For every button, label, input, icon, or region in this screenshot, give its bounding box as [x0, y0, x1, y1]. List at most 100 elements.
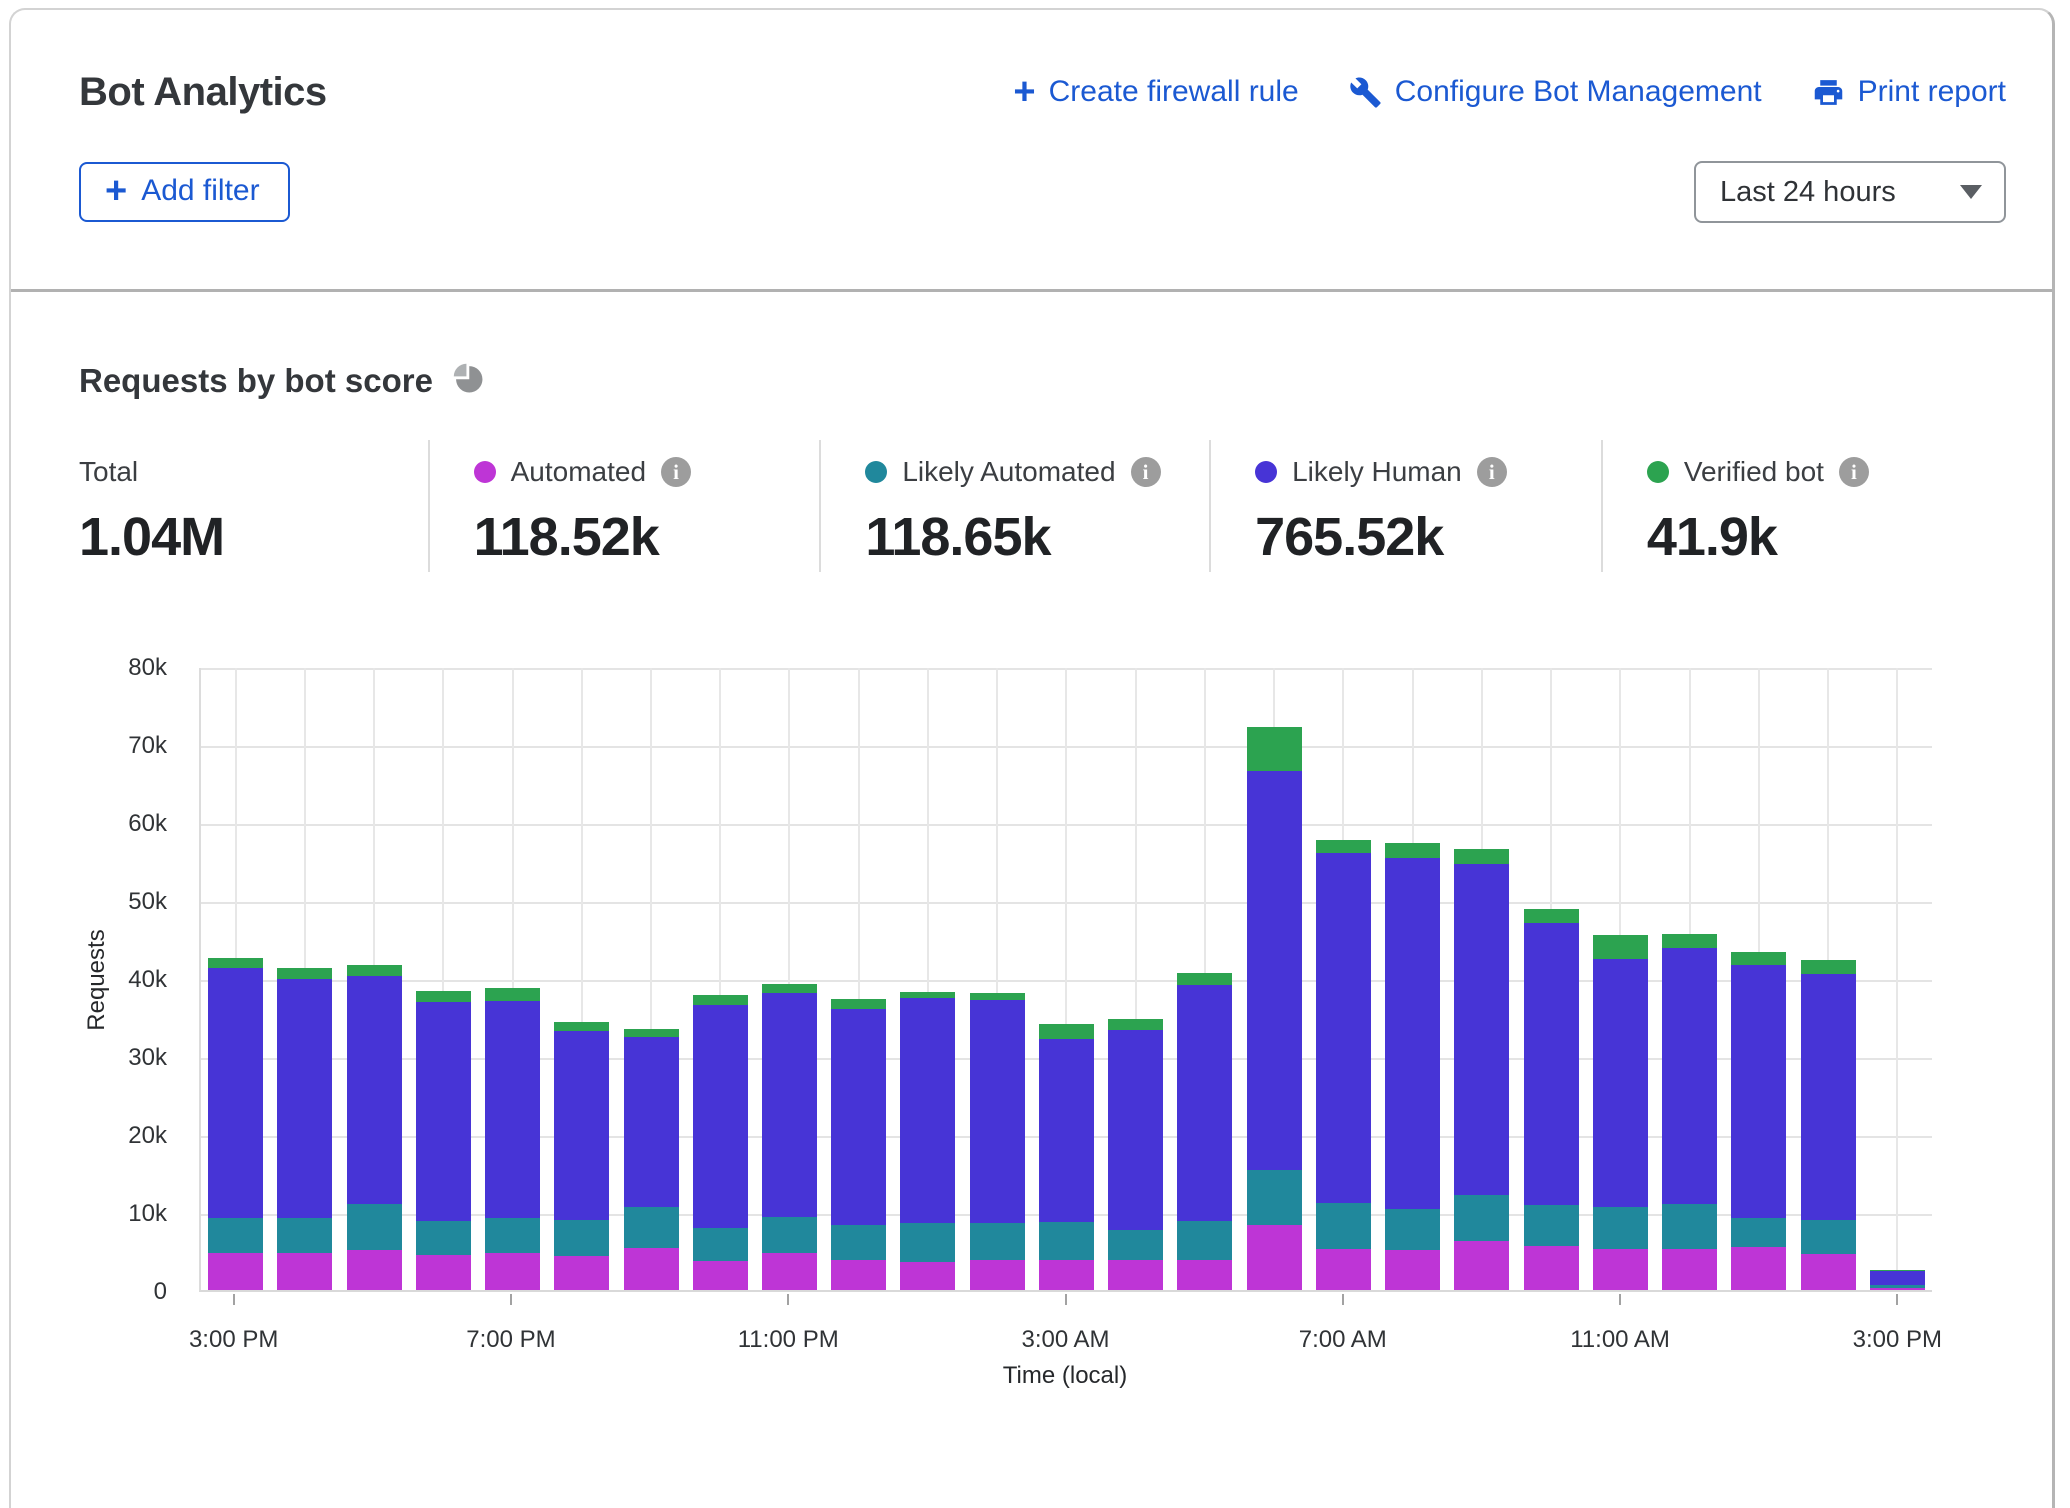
bar-segment-verified-bot — [277, 968, 332, 979]
bar-segment-likely-automated — [1662, 1204, 1717, 1249]
header-actions: + Create firewall rule Configure Bot Man… — [1013, 75, 2006, 109]
bar-segment-likely-automated — [831, 1225, 886, 1259]
time-range-select[interactable]: Last 24 hours — [1694, 161, 2006, 223]
bar-group[interactable] — [1793, 668, 1862, 1290]
bar-segment-automated — [1593, 1249, 1648, 1290]
bar-group[interactable] — [201, 668, 270, 1290]
bar-group[interactable] — [270, 668, 339, 1290]
bar-segment-verified-bot — [208, 958, 263, 968]
stacked-bar[interactable] — [1247, 727, 1302, 1290]
bar-group[interactable] — [616, 668, 685, 1290]
stacked-bar[interactable] — [1039, 1024, 1094, 1290]
bar-segment-likely-human — [970, 1000, 1025, 1223]
stacked-bar[interactable] — [277, 968, 332, 1290]
stacked-bar[interactable] — [485, 988, 540, 1290]
stacked-bar[interactable] — [1454, 849, 1509, 1290]
bar-group[interactable] — [478, 668, 547, 1290]
bar-group[interactable] — [755, 668, 824, 1290]
bar-segment-likely-human — [277, 979, 332, 1218]
bar-group[interactable] — [1240, 668, 1309, 1290]
stacked-bar[interactable] — [900, 992, 955, 1290]
bar-group[interactable] — [1447, 668, 1516, 1290]
y-axis-tick-label: 50k — [79, 887, 167, 917]
stacked-bar[interactable] — [1177, 973, 1232, 1290]
stacked-bar[interactable] — [1108, 1019, 1163, 1290]
bar-segment-likely-automated — [347, 1204, 402, 1250]
stacked-bar[interactable] — [1593, 935, 1648, 1290]
bar-segment-likely-human — [1524, 923, 1579, 1205]
configure-bot-management-link[interactable]: Configure Bot Management — [1349, 75, 1762, 109]
stacked-bar[interactable] — [1385, 843, 1440, 1290]
bar-group[interactable] — [339, 668, 408, 1290]
bar-segment-likely-human — [693, 1005, 748, 1228]
bar-segment-likely-automated — [1454, 1195, 1509, 1241]
bar-group[interactable] — [893, 668, 962, 1290]
stacked-bar[interactable] — [624, 1029, 679, 1290]
print-report-link[interactable]: Print report — [1812, 75, 2006, 109]
x-axis-tick-label: 7:00 PM — [466, 1326, 555, 1354]
stacked-bar[interactable] — [1524, 909, 1579, 1290]
bar-group[interactable] — [1863, 668, 1932, 1290]
bar-segment-automated — [1177, 1260, 1232, 1290]
info-icon[interactable]: i — [1131, 457, 1161, 487]
stat-likely-human-label: Likely Human — [1292, 456, 1462, 488]
bar-group[interactable] — [1378, 668, 1447, 1290]
create-firewall-rule-link[interactable]: + Create firewall rule — [1013, 75, 1298, 109]
configure-bot-management-label: Configure Bot Management — [1395, 75, 1762, 109]
bar-segment-automated — [831, 1260, 886, 1290]
x-axis-tick-label: 3:00 AM — [1021, 1326, 1109, 1354]
printer-icon — [1812, 76, 1845, 109]
info-icon[interactable]: i — [661, 457, 691, 487]
bar-group[interactable] — [1309, 668, 1378, 1290]
stacked-bar[interactable] — [1662, 934, 1717, 1290]
stacked-bar[interactable] — [1801, 960, 1856, 1290]
bar-group[interactable] — [1170, 668, 1239, 1290]
bar-group[interactable] — [1724, 668, 1793, 1290]
bar-segment-verified-bot — [416, 991, 471, 1003]
info-icon[interactable]: i — [1839, 457, 1869, 487]
bar-segment-likely-human — [416, 1002, 471, 1220]
bar-segment-likely-automated — [1316, 1203, 1371, 1249]
bar-segment-likely-automated — [1108, 1230, 1163, 1260]
stacked-bar[interactable] — [831, 999, 886, 1290]
bar-segment-likely-human — [1177, 985, 1232, 1221]
x-axis-title: Time (local) — [1003, 1362, 1127, 1390]
plus-icon: + — [105, 176, 127, 206]
stacked-bar[interactable] — [554, 1022, 609, 1290]
bot-analytics-card: Bot Analytics + Create firewall rule Con… — [9, 8, 2055, 1508]
bar-segment-likely-human — [554, 1031, 609, 1220]
bar-group[interactable] — [1655, 668, 1724, 1290]
add-filter-button[interactable]: + Add filter — [79, 162, 290, 222]
bar-segment-automated — [1801, 1254, 1856, 1290]
bar-group[interactable] — [963, 668, 1032, 1290]
bar-segment-verified-bot — [624, 1029, 679, 1038]
bar-segment-verified-bot — [1385, 843, 1440, 858]
stat-automated-value: 118.52k — [474, 506, 820, 568]
bar-group[interactable] — [1032, 668, 1101, 1290]
time-range-value: Last 24 hours — [1720, 176, 1896, 209]
bar-group[interactable] — [409, 668, 478, 1290]
bar-group[interactable] — [1101, 668, 1170, 1290]
stacked-bar[interactable] — [1316, 840, 1371, 1290]
stacked-bar[interactable] — [1731, 952, 1786, 1290]
stacked-bar[interactable] — [970, 993, 1025, 1290]
stacked-bar[interactable] — [208, 958, 263, 1290]
stacked-bar[interactable] — [693, 995, 748, 1290]
bar-group[interactable] — [824, 668, 893, 1290]
bar-group[interactable] — [1586, 668, 1655, 1290]
bar-segment-verified-bot — [1593, 935, 1648, 958]
bar-segment-verified-bot — [485, 988, 540, 1001]
stat-total-label: Total — [79, 456, 138, 488]
bar-segment-automated — [485, 1253, 540, 1290]
stacked-bar[interactable] — [1870, 1270, 1925, 1290]
info-icon[interactable]: i — [1477, 457, 1507, 487]
bar-group[interactable] — [686, 668, 755, 1290]
y-axis-tick-label: 10k — [79, 1199, 167, 1229]
stat-verified-bot: Verified bot i 41.9k — [1601, 440, 2006, 572]
bar-group[interactable] — [1516, 668, 1585, 1290]
stacked-bar[interactable] — [416, 991, 471, 1290]
y-axis-tick-label: 0 — [79, 1277, 167, 1307]
stacked-bar[interactable] — [347, 965, 402, 1290]
bar-group[interactable] — [547, 668, 616, 1290]
stacked-bar[interactable] — [762, 984, 817, 1290]
